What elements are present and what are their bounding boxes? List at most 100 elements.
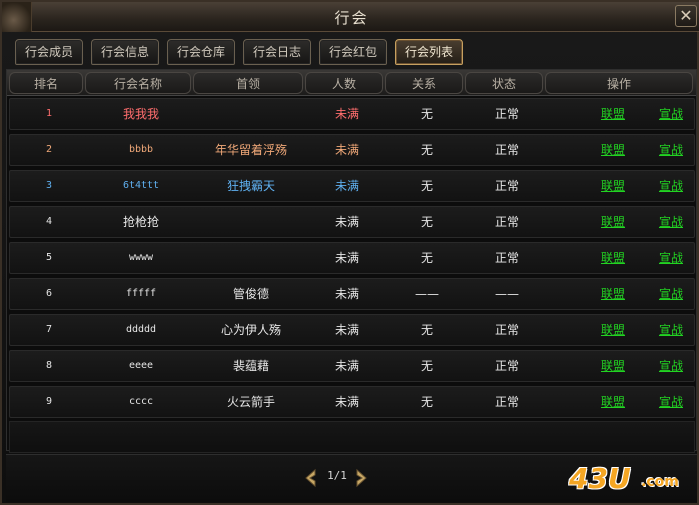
next-page-button[interactable] (354, 468, 370, 488)
tab-guild-members[interactable]: 行会成员 (15, 39, 83, 65)
ally-button[interactable]: 联盟 (588, 207, 638, 237)
ally-button[interactable]: 联盟 (588, 387, 638, 417)
ally-link[interactable]: 联盟 (601, 251, 625, 265)
table-row: 1 我我我 未满 无 正常 联盟 宣战 (9, 98, 695, 130)
window-title: 行会 (334, 9, 369, 27)
ally-button[interactable]: 联盟 (588, 99, 638, 129)
cell-relation: 无 (420, 143, 433, 157)
ally-link[interactable]: 联盟 (601, 359, 625, 373)
ally-link[interactable]: 联盟 (601, 395, 625, 409)
declare-war-button[interactable]: 宣战 (648, 351, 694, 381)
cell-leader (196, 207, 306, 237)
tab-guild-redpacket[interactable]: 行会红包 (319, 39, 387, 65)
cell-leader: 火云箭手 (226, 395, 275, 409)
declare-war-link[interactable]: 宣战 (659, 215, 683, 229)
cell-status: 正常 (494, 395, 519, 409)
cell-count: 未满 (334, 359, 359, 373)
title-bar: 行会 ✕ (2, 2, 699, 32)
close-button[interactable]: ✕ (675, 5, 697, 27)
header-actions: 操作 (545, 72, 693, 94)
cell-relation: 无 (420, 251, 433, 265)
table-row: 2 bbbb 年华留着浮殇 未满 无 正常 联盟 宣战 (9, 134, 695, 166)
declare-war-button[interactable]: 宣战 (648, 171, 694, 201)
tab-guild-list[interactable]: 行会列表 (395, 39, 463, 65)
ally-button[interactable]: 联盟 (588, 279, 638, 309)
declare-war-button[interactable]: 宣战 (648, 99, 694, 129)
ally-button[interactable]: 联盟 (588, 171, 638, 201)
declare-war-button[interactable]: 宣战 (648, 243, 694, 273)
cell-count: 未满 (334, 143, 359, 157)
cell-rank: 2 (45, 144, 53, 155)
ally-button[interactable]: 联盟 (588, 243, 638, 273)
page-indicator: 1/1 (327, 469, 347, 482)
declare-war-button[interactable]: 宣战 (648, 207, 694, 237)
close-icon: ✕ (679, 6, 693, 25)
header-leader: 首领 (193, 72, 303, 94)
cell-relation: 无 (420, 323, 433, 337)
cell-leader: 狂拽霸天 (226, 179, 275, 193)
ally-button[interactable]: 联盟 (588, 351, 638, 381)
ally-link[interactable]: 联盟 (601, 215, 625, 229)
cell-guild-name: wwww (128, 252, 154, 263)
arrow-left-icon (305, 468, 316, 488)
cell-guild-name: 抢枪抢 (122, 215, 159, 229)
cell-count: 未满 (334, 395, 359, 409)
declare-war-link[interactable]: 宣战 (659, 359, 683, 373)
cell-status: 正常 (494, 179, 519, 193)
tab-guild-log[interactable]: 行会日志 (243, 39, 311, 65)
tab-guild-warehouse[interactable]: 行会仓库 (167, 39, 235, 65)
ally-link[interactable]: 联盟 (601, 143, 625, 157)
watermark-logo: 43U .com (569, 462, 689, 496)
watermark-text: 43U (569, 462, 631, 495)
cell-status: 正常 (494, 251, 519, 265)
cell-status: 正常 (494, 143, 519, 157)
header-guild-name: 行会名称 (85, 72, 191, 94)
table-row: 7 ddddd 心为伊人殇 未满 无 正常 联盟 宣战 (9, 314, 695, 346)
ally-link[interactable]: 联盟 (601, 107, 625, 121)
declare-war-link[interactable]: 宣战 (659, 107, 683, 121)
cell-count: 未满 (334, 215, 359, 229)
cell-leader: 年华留着浮殇 (214, 143, 287, 157)
cell-status: —— (495, 287, 519, 301)
watermark-suffix: .com (641, 474, 679, 490)
cell-count: 未满 (334, 323, 359, 337)
cell-leader: 裴蕴藉 (232, 359, 269, 373)
declare-war-link[interactable]: 宣战 (659, 287, 683, 301)
footer: 1/1 43U .com (6, 454, 697, 502)
declare-war-link[interactable]: 宣战 (659, 251, 683, 265)
pager: 1/1 (302, 467, 372, 489)
arrow-right-icon (356, 468, 367, 488)
prev-page-button[interactable] (302, 468, 318, 488)
cell-relation: —— (415, 287, 439, 301)
cell-relation: 无 (420, 359, 433, 373)
ally-link[interactable]: 联盟 (601, 323, 625, 337)
header-rank: 排名 (9, 72, 83, 94)
declare-war-button[interactable]: 宣战 (648, 315, 694, 345)
declare-war-link[interactable]: 宣战 (659, 179, 683, 193)
cell-status: 正常 (494, 215, 519, 229)
table-row: 3 6t4ttt 狂拽霸天 未满 无 正常 联盟 宣战 (9, 170, 695, 202)
cell-status: 正常 (494, 359, 519, 373)
header-status: 状态 (465, 72, 543, 94)
guild-table: 排名 行会名称 首领 人数 关系 状态 操作 1 我我我 未满无正常 联盟 宣战 2 bbb… (6, 69, 697, 453)
declare-war-link[interactable]: 宣战 (659, 395, 683, 409)
declare-war-button[interactable]: 宣战 (648, 279, 694, 309)
ally-button[interactable]: 联盟 (588, 315, 638, 345)
cell-status: 正常 (494, 107, 519, 121)
cell-rank: 9 (45, 396, 53, 407)
ally-link[interactable]: 联盟 (601, 287, 625, 301)
ally-button[interactable]: 联盟 (588, 135, 638, 165)
tab-guild-info[interactable]: 行会信息 (91, 39, 159, 65)
declare-war-button[interactable]: 宣战 (648, 135, 694, 165)
declare-war-button[interactable]: 宣战 (648, 387, 694, 417)
cell-guild-name: cccc (128, 396, 154, 407)
table-row: 6 fffff 管俊德 未满 —— —— 联盟 宣战 (9, 278, 695, 310)
cell-relation: 无 (420, 395, 433, 409)
cell-rank: 6 (45, 288, 53, 299)
declare-war-link[interactable]: 宣战 (659, 323, 683, 337)
table-row: 9 cccc 火云箭手 未满 无 正常 联盟 宣战 (9, 386, 695, 418)
cell-status: 正常 (494, 323, 519, 337)
ally-link[interactable]: 联盟 (601, 179, 625, 193)
cell-rank: 3 (45, 180, 53, 191)
declare-war-link[interactable]: 宣战 (659, 143, 683, 157)
